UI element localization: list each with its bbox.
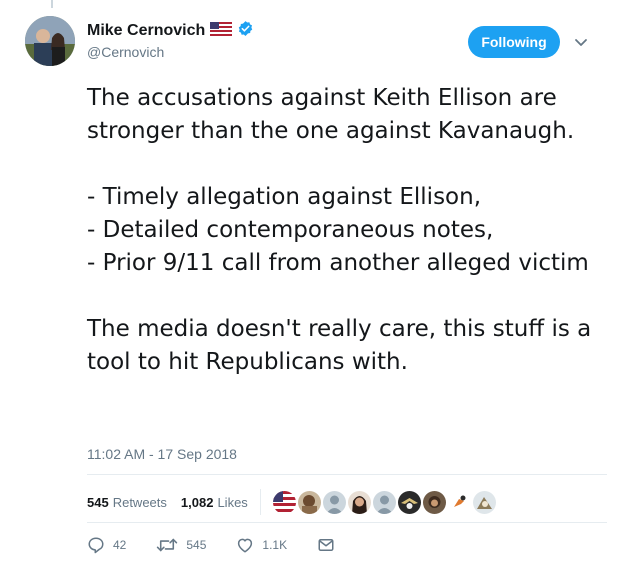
- tweet-actions: 42 545 1.1K: [87, 536, 365, 554]
- liker-avatar[interactable]: [272, 490, 296, 514]
- retweet-icon: [156, 536, 178, 554]
- retweets-label[interactable]: Retweets: [113, 495, 167, 510]
- liker-avatar[interactable]: [422, 490, 446, 514]
- liker-avatar[interactable]: [447, 490, 471, 514]
- liker-avatars: [272, 490, 496, 514]
- us-flag-icon: [210, 21, 233, 40]
- envelope-icon: [317, 536, 335, 554]
- tweet-text: The accusations against Keith Ellison ar…: [87, 82, 607, 379]
- likes-count[interactable]: 1,082: [181, 495, 214, 510]
- divider: [259, 489, 261, 515]
- tweet-paragraph: The media doesn't really care, this stuf…: [87, 316, 592, 375]
- author-name[interactable]: Mike Cernovich: [87, 22, 205, 40]
- avatar[interactable]: [25, 16, 75, 66]
- tweet-timestamp[interactable]: 11:02 AM - 17 Sep 2018: [87, 446, 237, 462]
- retweets-count[interactable]: 545: [87, 495, 109, 510]
- retweet-button[interactable]: 545: [156, 536, 206, 554]
- direct-message-button[interactable]: [317, 536, 335, 554]
- reply-count: 42: [113, 538, 127, 552]
- retweet-count: 545: [186, 538, 207, 552]
- tweet-paragraph: The accusations against Keith Ellison ar…: [87, 85, 575, 144]
- liker-avatar[interactable]: [472, 490, 496, 514]
- like-button[interactable]: 1.1K: [236, 536, 287, 554]
- reply-icon: [87, 536, 105, 554]
- like-count: 1.1K: [262, 538, 288, 552]
- engagement-stats: 545 Retweets 1,082 Likes: [87, 489, 496, 515]
- liker-avatar[interactable]: [297, 490, 321, 514]
- divider: [87, 522, 607, 523]
- tweet-paragraph: - Timely allegation against Ellison, - D…: [87, 184, 589, 276]
- verified-badge-icon: [237, 20, 254, 41]
- chevron-down-icon[interactable]: [572, 33, 590, 51]
- liker-avatar[interactable]: [372, 490, 396, 514]
- divider: [87, 474, 607, 475]
- liker-avatar[interactable]: [397, 490, 421, 514]
- likes-label[interactable]: Likes: [217, 495, 247, 510]
- heart-icon: [236, 536, 254, 554]
- liker-avatar[interactable]: [347, 490, 371, 514]
- thread-connector-line: [51, 0, 53, 8]
- author-handle[interactable]: @Cernovich: [87, 44, 164, 60]
- reply-button[interactable]: 42: [87, 536, 126, 554]
- liker-avatar[interactable]: [322, 490, 346, 514]
- following-button[interactable]: Following: [468, 26, 560, 58]
